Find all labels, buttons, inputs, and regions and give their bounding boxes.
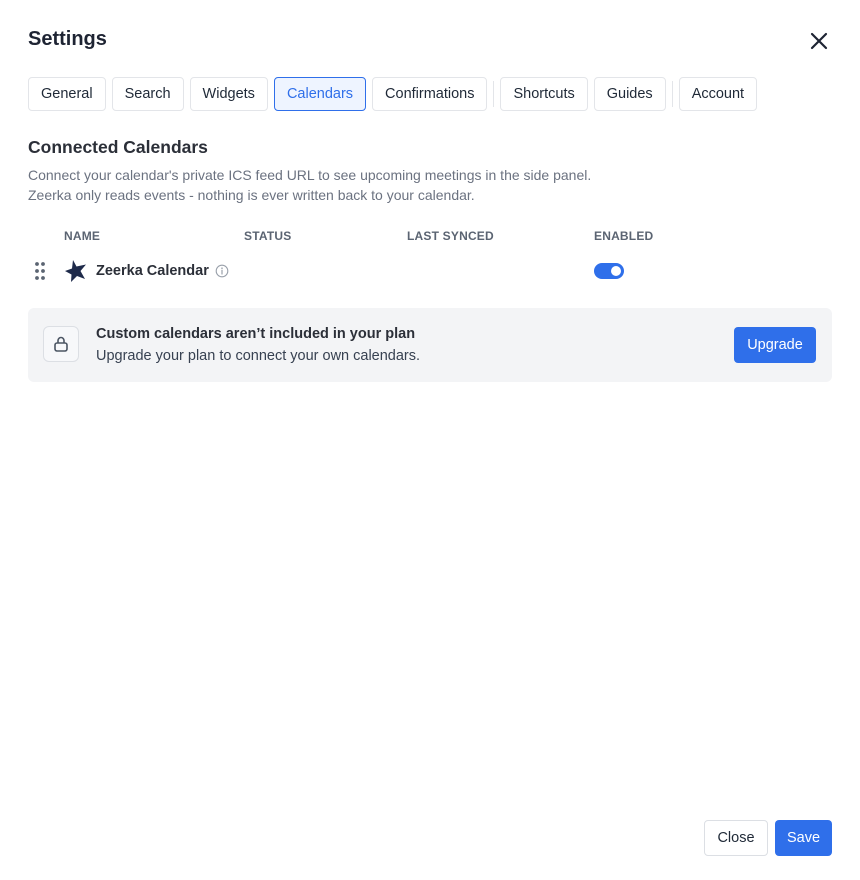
page-title: Settings [28, 28, 107, 50]
banner-title: Custom calendars aren’t included in your… [96, 326, 416, 342]
table-row: Zeerka Calendar [28, 256, 832, 286]
tab-widgets[interactable]: Widgets [189, 77, 268, 111]
tab-search[interactable]: Search [111, 77, 184, 111]
close-button[interactable]: Close [704, 820, 768, 856]
zeerka-logo-icon [64, 259, 88, 283]
description-line: Zeerka only reads events - nothing is ev… [28, 187, 475, 203]
section-title: Connected Calendars [28, 137, 208, 157]
tab-divider [493, 81, 495, 107]
tab-calendars[interactable]: Calendars [273, 77, 367, 111]
calendar-name: Zeerka Calendar [96, 263, 209, 279]
upgrade-button[interactable]: Upgrade [734, 327, 816, 363]
settings-header: Settings [28, 26, 832, 56]
description-line: Connect your calendar's private ICS feed… [28, 167, 592, 183]
banner-text: Upgrade your plan to connect your own ca… [96, 348, 421, 364]
tab-confirmations[interactable]: Confirmations [372, 77, 488, 111]
info-icon[interactable] [215, 264, 229, 278]
tab-divider [671, 81, 673, 107]
lock-icon [43, 326, 79, 362]
toggle-knob [611, 266, 621, 276]
column-header-name: NAME [64, 229, 101, 243]
section-description: Connect your calendar's private ICS feed… [28, 165, 591, 205]
enabled-toggle[interactable] [594, 263, 624, 279]
column-header-enabled: ENABLED [594, 229, 654, 243]
tab-shortcuts[interactable]: Shortcuts [500, 77, 588, 111]
tab-account[interactable]: Account [678, 77, 758, 111]
save-button[interactable]: Save [775, 820, 832, 856]
tab-general[interactable]: General [28, 77, 106, 111]
drag-handle-icon[interactable] [34, 261, 46, 281]
column-header-status: STATUS [244, 229, 292, 243]
close-icon[interactable] [808, 30, 830, 52]
column-header-last-synced: LAST SYNCED [407, 229, 494, 243]
settings-tabs: General Search Widgets Calendars Confirm… [28, 76, 763, 112]
tab-guides[interactable]: Guides [593, 77, 666, 111]
upgrade-banner: Custom calendars aren’t included in your… [28, 308, 832, 382]
